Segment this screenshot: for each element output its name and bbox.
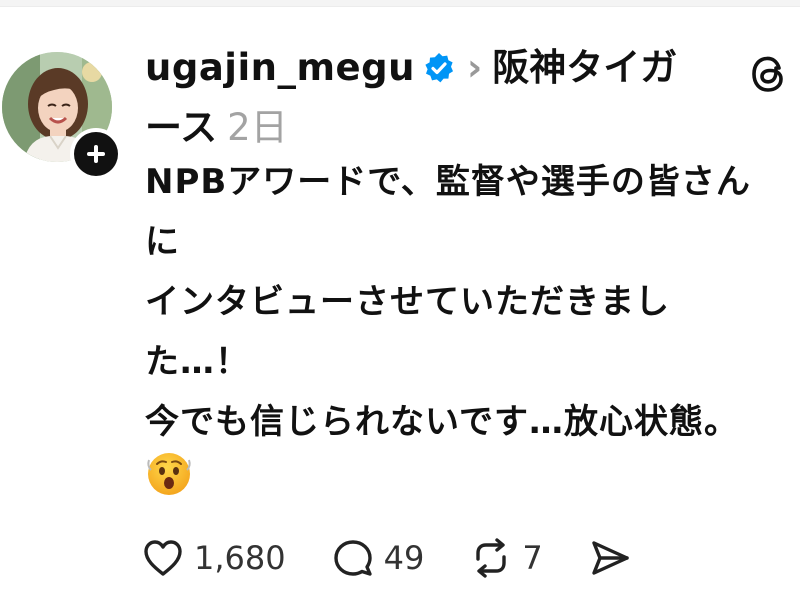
- comment-icon: [333, 540, 372, 576]
- chevron-right-icon: ›: [466, 46, 483, 89]
- topic-tag[interactable]: 阪神タイガ: [492, 46, 677, 89]
- plus-icon: [74, 132, 118, 176]
- share-button[interactable]: [587, 535, 633, 581]
- like-button[interactable]: 1,680: [140, 535, 286, 581]
- post-body-line: インタビューさせていただきまし: [145, 282, 670, 322]
- post-timestamp: 2日: [227, 106, 288, 149]
- repost-count: 7: [522, 539, 543, 577]
- post-body-line: 今でも信じられないです…放心状態。: [145, 402, 739, 442]
- send-icon: [591, 541, 629, 575]
- verified-badge-icon: [423, 44, 455, 100]
- post-body-line: た…！: [145, 342, 250, 382]
- threads-logo-icon[interactable]: [748, 52, 792, 96]
- reply-button[interactable]: 49: [330, 535, 425, 581]
- threads-post: ugajin_megu › 阪神タイガ ース 2日 NPBアワードで、監督や選手の皆…: [0, 0, 800, 600]
- repost-button[interactable]: 7: [468, 535, 543, 581]
- like-count: 1,680: [194, 539, 286, 577]
- post-actions: 1,680 49 7: [140, 530, 677, 586]
- post-body: NPBアワードで、監督や選手の皆さんにインタビューさせていただきまし た…！ 今でも…: [145, 152, 795, 452]
- reply-count: 49: [383, 539, 425, 577]
- post-body-line: NPBアワードで、監督や選手の皆さん: [145, 162, 751, 202]
- repost-icon: [476, 538, 507, 578]
- post-body-line: に: [145, 222, 180, 262]
- author-username[interactable]: ugajin_megu: [145, 46, 415, 89]
- follow-button[interactable]: [70, 128, 122, 180]
- top-divider: [0, 0, 800, 7]
- topic-tag-continued[interactable]: ース: [145, 106, 217, 149]
- heart-icon: [144, 540, 182, 576]
- hushed-face-emoji: [145, 450, 193, 498]
- post-header: ugajin_megu › 阪神タイガ ース 2日: [145, 40, 745, 156]
